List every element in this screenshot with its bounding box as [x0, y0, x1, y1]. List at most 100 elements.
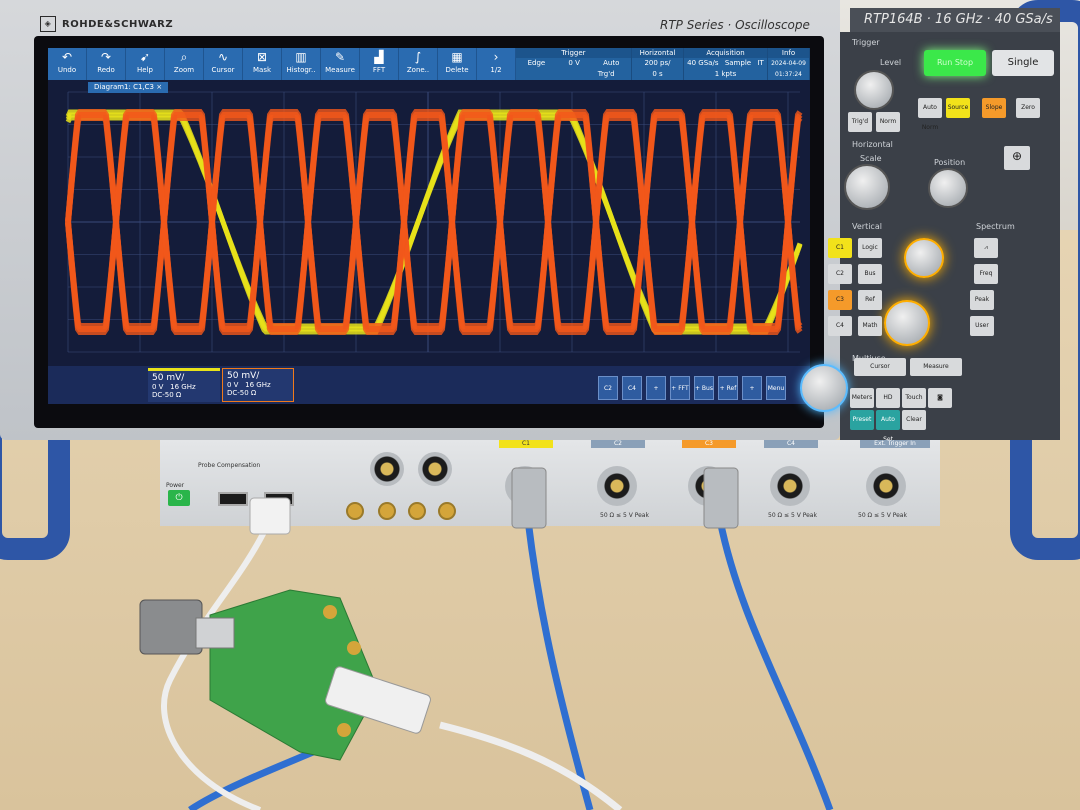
touch-lock-button[interactable]: Touch Lock	[902, 388, 926, 421]
camera-icon[interactable]: ◙	[928, 388, 952, 408]
screen-button-7[interactable]: Menu	[766, 376, 786, 400]
hd-button[interactable]: HD	[876, 388, 900, 408]
toolbar-delete-button[interactable]: ▦ Delete	[438, 48, 477, 80]
vertical-key-c4[interactable]: C4	[828, 316, 852, 336]
toolbar-next-button[interactable]: › 1/2	[477, 48, 516, 80]
sma-connector-1[interactable]	[346, 502, 364, 520]
brand-name: ROHDE&SCHWARZ	[62, 19, 174, 30]
acquisition-header: Acquisition	[684, 48, 767, 58]
clear-button[interactable]: Clear	[902, 410, 926, 430]
gen-output-1-connector[interactable]	[370, 452, 404, 486]
toolbar-label: Cursor	[211, 66, 235, 74]
horizontal-scale: 200 ps/	[644, 59, 671, 67]
info-box[interactable]: Info 2024-04-09 01:37:24	[768, 48, 810, 80]
screen-button-1[interactable]: C4	[622, 376, 642, 400]
screen-button-2[interactable]: + Math	[646, 376, 666, 400]
toolbar-redo-button[interactable]: ↷ Redo	[87, 48, 126, 80]
date-readout: 2024-04-09	[771, 60, 806, 67]
slope-button[interactable]: Slope	[982, 98, 1006, 118]
multiuse-knob[interactable]	[800, 364, 848, 412]
waveform-diagram[interactable]	[48, 82, 810, 366]
usb-port-1[interactable]	[218, 492, 248, 506]
spectrum-icon[interactable]: ⩘	[974, 238, 998, 258]
source-button[interactable]: Source	[946, 98, 970, 118]
zone-icon: ∫	[414, 50, 422, 64]
auto-set-button[interactable]: Auto Set	[876, 410, 900, 443]
toolbar-label: Zone..	[406, 66, 430, 74]
vertical-key-math[interactable]: Math	[858, 316, 882, 336]
norm-button[interactable]: Norm	[876, 112, 900, 132]
horizontal-info[interactable]: Horizontal 200 ps/ 0 s	[632, 48, 684, 80]
toolbar-help-button[interactable]: ➹ Help	[126, 48, 165, 80]
touch-display[interactable]: ↶ Undo ↷ Redo ➹ Help ⌕ Zoom ∿ Cursor ⊠ Mask ▥ Histogr…	[48, 48, 810, 404]
freq-span-button[interactable]: Freq Span	[974, 264, 998, 297]
vertical-key-ref[interactable]: Ref	[858, 290, 882, 310]
vertical-key-c2[interactable]: C2	[828, 264, 852, 284]
toolbar-zone-button[interactable]: ∫ Zone..	[399, 48, 438, 80]
mask-icon: ⊠	[256, 50, 268, 64]
screen-button-5[interactable]: + Ref	[718, 376, 738, 400]
measure-button[interactable]: Measure	[910, 358, 962, 376]
channel1-box[interactable]: 50 mV/ 0 V 16 GHz DC-50 Ω	[148, 368, 220, 402]
horizontal-position: 0 s	[652, 70, 663, 78]
input-connector-c3[interactable]	[688, 466, 728, 506]
model-label: RTP164B · 16 GHz · 40 GSa/s	[850, 8, 1060, 32]
channel-label-1: C2	[591, 440, 645, 448]
input-connector-c1[interactable]	[505, 466, 545, 506]
acquisition-info[interactable]: Acquisition 40 GSa/s Sample IT 1 kpts	[684, 48, 768, 80]
preset-button[interactable]: Preset	[850, 410, 874, 430]
toolbar-mask-button[interactable]: ⊠ Mask	[243, 48, 282, 80]
acquisition-mode: Sample	[724, 59, 752, 67]
info-header: Info	[768, 48, 809, 58]
usb-port-2[interactable]	[264, 492, 294, 506]
screen-button-3[interactable]: + FFT	[670, 376, 690, 400]
peak-button[interactable]: Peak	[970, 290, 994, 310]
zero-button[interactable]: Zero	[1016, 98, 1040, 118]
vertical-scale-knob[interactable]	[884, 300, 930, 346]
user-button[interactable]: User	[970, 316, 994, 336]
vertical-key-c3[interactable]: C3	[828, 290, 852, 310]
sma-connector-2[interactable]	[378, 502, 396, 520]
screen-button-0[interactable]: C2	[598, 376, 618, 400]
horizontal-position-knob[interactable]	[928, 168, 968, 208]
trigger-level-knob[interactable]	[854, 70, 894, 110]
toolbar-fft-button[interactable]: ▟ FFT	[360, 48, 399, 80]
screen-button-4[interactable]: + Bus	[694, 376, 714, 400]
vertical-key-logic[interactable]: Logic	[858, 238, 882, 258]
gen-output-2-connector[interactable]	[418, 452, 452, 486]
vertical-key-c1[interactable]: C1	[828, 238, 852, 258]
input-connector-ext-trigger-in[interactable]	[866, 466, 906, 506]
power-button[interactable]: ⏻	[168, 490, 190, 506]
trigger-level: 0 V	[568, 59, 580, 67]
toolbar-histogram-button[interactable]: ▥ Histogr..	[282, 48, 321, 80]
oscilloscope: ◈ ROHDE&SCHWARZ RTP Series · Oscilloscope…	[0, 0, 1060, 528]
toolbar-cursor-button[interactable]: ∿ Cursor	[204, 48, 243, 80]
horizontal-header: Horizontal	[632, 48, 683, 58]
trigger-info[interactable]: Trigger Edge 0 V Auto Trg'd	[516, 48, 632, 80]
ch1-offset: 0 V	[152, 383, 164, 391]
trigd-indicator[interactable]: Trig'd	[848, 112, 872, 132]
run-stop-button[interactable]: Run Stop	[924, 50, 986, 76]
ch1-scale: 50 mV/	[152, 373, 185, 383]
channel-label-2: C3	[682, 440, 736, 448]
sma-connector-4[interactable]	[438, 502, 456, 520]
input-connector-c4[interactable]	[770, 466, 810, 506]
single-button[interactable]: Single	[992, 50, 1054, 76]
ch3-offset: 0 V	[227, 381, 239, 389]
cursor-button[interactable]: Cursor	[854, 358, 906, 376]
meters-button[interactable]: Meters	[850, 388, 874, 408]
channel3-box[interactable]: 50 mV/ 0 V 16 GHz DC-50 Ω	[222, 368, 294, 402]
horizontal-scale-knob[interactable]	[844, 164, 890, 210]
horizontal-scale-label: Scale	[860, 154, 882, 163]
screen-button-6[interactable]: + Gen	[742, 376, 762, 400]
input-connector-c2[interactable]	[597, 466, 637, 506]
toolbar-undo-button[interactable]: ↶ Undo	[48, 48, 87, 80]
sma-connector-3[interactable]	[408, 502, 426, 520]
zoom-icon[interactable]: ⊕	[1004, 146, 1030, 170]
auto-norm-button[interactable]: Auto Norm	[918, 98, 942, 131]
toolbar-zoom-button[interactable]: ⌕ Zoom	[165, 48, 204, 80]
toolbar-measure-button[interactable]: ✎ Measure	[321, 48, 360, 80]
vertical-key-bus[interactable]: Bus	[858, 264, 882, 284]
vertical-position-knob[interactable]	[904, 238, 944, 278]
diagram-tab[interactable]: Diagram1: C1,C3 ×	[88, 82, 169, 93]
